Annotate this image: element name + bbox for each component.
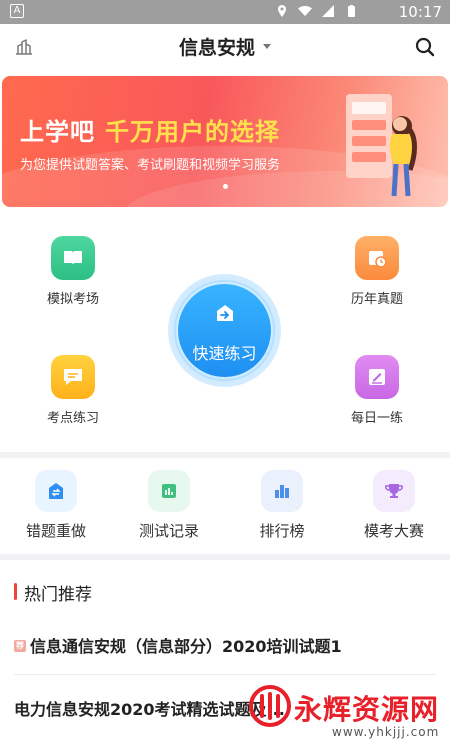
- past-exams-label: 历年真题: [350, 292, 403, 307]
- signal-icon: [322, 5, 334, 17]
- wrong-redo-label: 错题重做: [25, 522, 86, 540]
- banner-subtitle: 为您提供试题答案、考试刷题和视频学习服务: [20, 158, 281, 173]
- banner-headline-2: 千万用户的选择: [105, 118, 280, 146]
- daily-practice-label: 每日一练: [350, 411, 403, 426]
- chart-icon: [148, 470, 190, 512]
- location-icon: [278, 5, 286, 17]
- key-points-button[interactable]: 考点练习: [28, 355, 118, 426]
- daily-practice-button[interactable]: 每日一练: [332, 355, 422, 426]
- watermark-url: www.yhkjjj.com: [332, 725, 440, 739]
- list-item[interactable]: 荐信息通信安规（信息部分）2020培训试题1: [14, 633, 436, 657]
- wrong-redo-button[interactable]: 错题重做: [6, 470, 106, 541]
- test-records-label: 测试记录: [138, 522, 199, 540]
- app-header: 信息安规: [0, 24, 450, 70]
- page-title: 信息安规: [178, 37, 255, 59]
- book-icon: [51, 236, 95, 280]
- ranking-icon: [261, 470, 303, 512]
- key-points-label: 考点练习: [46, 411, 99, 426]
- chevron-down-icon: [263, 44, 271, 49]
- quick-practice-circle: 快速练习: [178, 284, 271, 377]
- message-icon: [51, 355, 95, 399]
- test-records-button[interactable]: 测试记录: [119, 470, 219, 541]
- search-icon[interactable]: [414, 36, 436, 58]
- mock-contest-button[interactable]: 模考大赛: [344, 470, 444, 541]
- student-illustration: [346, 94, 417, 197]
- enter-icon: [217, 305, 233, 321]
- quick-practice-button[interactable]: 快速练习: [168, 274, 281, 387]
- wifi-icon: [298, 6, 312, 16]
- calendar-icon: [355, 236, 399, 280]
- ranking-button[interactable]: 排行榜: [232, 470, 332, 541]
- recommend-badge: 荐: [14, 639, 26, 652]
- watermark-logo: [249, 685, 291, 727]
- status-bar: A 10:17: [0, 0, 450, 24]
- notification-icon: A: [10, 4, 24, 18]
- ranking-label: 排行榜: [259, 522, 305, 540]
- section-divider: [0, 452, 450, 458]
- watermark-name: 永辉资源网: [294, 693, 440, 726]
- mock-contest-label: 模考大赛: [363, 522, 424, 540]
- past-exams-button[interactable]: 历年真题: [332, 236, 422, 307]
- banner-headline-1: 上学吧: [20, 118, 95, 146]
- redo-icon: [35, 470, 77, 512]
- mock-exam-button[interactable]: 模拟考场: [28, 236, 118, 307]
- banner-headline: 上学吧 千万用户的选择: [20, 112, 280, 147]
- category-selector[interactable]: 信息安规: [0, 33, 450, 60]
- battery-icon: [348, 5, 355, 17]
- trophy-icon: [373, 470, 415, 512]
- list-divider: [14, 674, 436, 675]
- section-divider: [0, 554, 450, 560]
- quick-practice-label: 快速练习: [192, 344, 257, 363]
- hot-section-title: 热门推荐: [14, 580, 92, 605]
- mock-exam-label: 模拟考场: [46, 292, 99, 307]
- list-item-title: 信息通信安规（信息部分）2020培训试题1: [30, 637, 342, 656]
- clock: 10:17: [398, 3, 442, 21]
- watermark: 永辉资源网 www.yhkjjj.com: [244, 680, 450, 749]
- edit-icon: [355, 355, 399, 399]
- carousel-indicator: [223, 184, 228, 189]
